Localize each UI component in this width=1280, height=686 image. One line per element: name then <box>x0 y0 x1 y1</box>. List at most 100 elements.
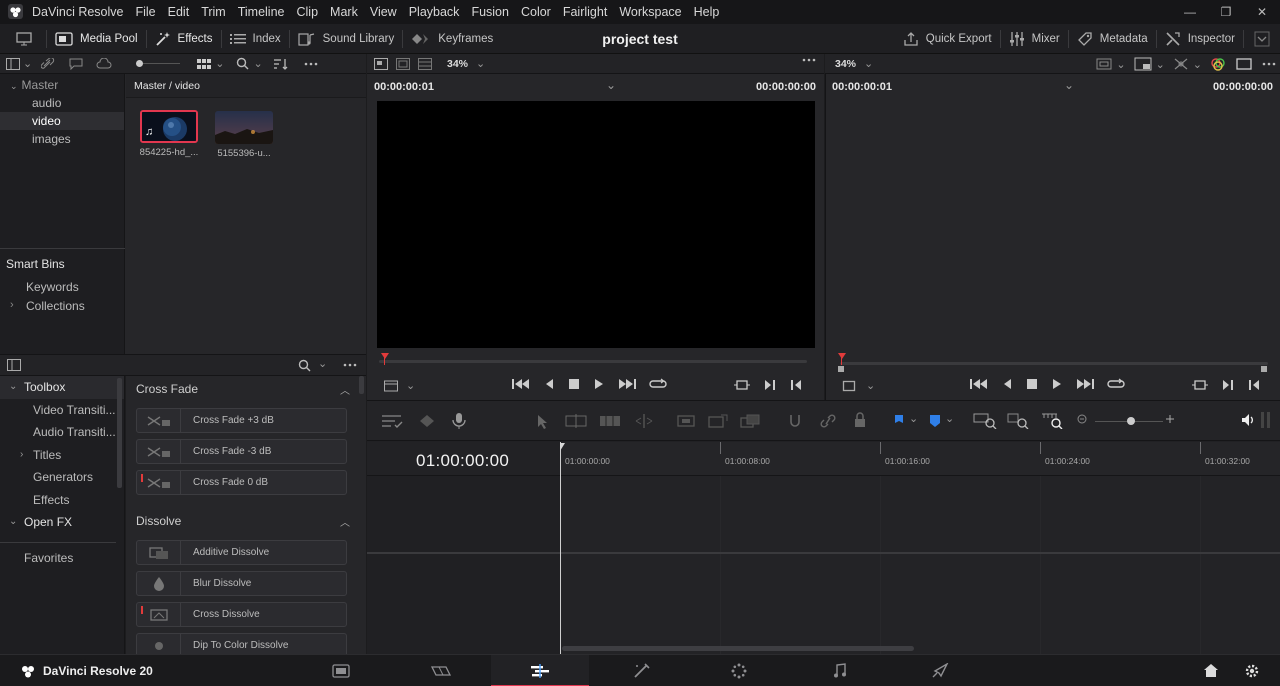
track-destination-icon[interactable] <box>417 413 437 429</box>
blade-tool-icon[interactable] <box>633 413 655 429</box>
transform-icon[interactable] <box>1173 57 1189 71</box>
index-button[interactable]: Index <box>222 24 289 54</box>
marker-icon[interactable] <box>929 414 941 428</box>
more-options-icon[interactable] <box>303 56 319 72</box>
insert-clip-icon[interactable] <box>675 413 697 429</box>
play-reverse-icon[interactable] <box>1001 378 1013 390</box>
menu-clip[interactable]: Clip <box>297 5 319 19</box>
media-pool-button[interactable]: Media Pool <box>47 24 146 54</box>
flag-icon[interactable] <box>893 414 905 428</box>
menu-timeline[interactable]: Timeline <box>238 5 285 19</box>
panel-toggle-icon[interactable] <box>5 56 21 72</box>
panel-toggle-icon[interactable] <box>7 359 21 371</box>
toolbox-generators[interactable]: Generators <box>0 466 124 489</box>
search-icon[interactable] <box>234 56 250 72</box>
chevron-down-icon[interactable]: ⌄ <box>606 78 616 92</box>
color-wheel-icon[interactable] <box>1210 56 1226 72</box>
favorites[interactable]: Favorites <box>0 547 124 570</box>
timeline-zoom-slider-handle[interactable] <box>1127 417 1135 425</box>
chevron-down-icon[interactable]: ⌄ <box>318 357 327 370</box>
trim-tool-icon[interactable] <box>565 413 587 429</box>
bin-audio[interactable]: audio <box>0 94 124 112</box>
dynamic-trim-icon[interactable] <box>599 413 621 429</box>
page-color[interactable] <box>690 655 788 686</box>
viewer-mode-icon[interactable] <box>373 56 389 72</box>
menu-help[interactable]: Help <box>694 5 720 19</box>
toolbox-category-openfx[interactable]: ⌄ Open FX <box>0 511 124 534</box>
inspector-button[interactable]: Inspector <box>1157 24 1243 54</box>
menu-trim[interactable]: Trim <box>201 5 226 19</box>
link-icon[interactable] <box>40 56 56 72</box>
skip-to-end-icon[interactable] <box>618 378 636 390</box>
link-icon[interactable] <box>819 413 837 429</box>
selection-tool-icon[interactable] <box>537 414 549 430</box>
speaker-icon[interactable] <box>1241 413 1257 427</box>
menu-color[interactable]: Color <box>521 5 551 19</box>
play-icon[interactable] <box>593 378 605 390</box>
zoom-out-icon[interactable] <box>1077 414 1087 424</box>
source-video-canvas[interactable] <box>377 101 815 348</box>
chevron-down-icon[interactable]: ⌄ <box>945 412 954 425</box>
skip-to-end-icon[interactable] <box>1076 378 1094 390</box>
more-options-icon[interactable] <box>343 363 357 367</box>
toolbox-effects[interactable]: Effects <box>0 489 124 512</box>
effect-blur-dissolve[interactable]: Blur Dissolve <box>136 571 347 596</box>
page-fairlight[interactable] <box>791 655 889 686</box>
chevron-down-icon[interactable]: ⌄ <box>1064 78 1074 92</box>
toolbox-video-transitions[interactable]: Video Transiti... <box>0 399 124 422</box>
safe-area-icon[interactable] <box>1096 57 1112 71</box>
hd-output-icon[interactable] <box>1134 57 1152 71</box>
menu-fairlight[interactable]: Fairlight <box>563 5 607 19</box>
more-options-icon[interactable] <box>802 58 816 62</box>
timeline-zoom-level[interactable]: 34% <box>835 58 856 70</box>
chevron-down-icon[interactable]: ⌄ <box>1116 58 1125 71</box>
page-fusion[interactable] <box>592 655 690 686</box>
gear-icon[interactable] <box>1244 663 1260 679</box>
out-point-handle[interactable] <box>1261 366 1267 372</box>
chevron-down-icon[interactable]: ⌄ <box>1193 58 1202 71</box>
group-header-cross-fade[interactable]: Cross Fade ︿ <box>126 376 366 402</box>
chevron-down-icon[interactable]: ⌄ <box>909 412 918 425</box>
replace-clip-icon[interactable] <box>739 413 761 429</box>
scrollbar[interactable] <box>359 376 364 394</box>
loop-icon[interactable] <box>1107 378 1125 390</box>
source-view-options[interactable]: ⌄ <box>384 379 415 392</box>
effect-additive-dissolve[interactable]: Additive Dissolve <box>136 540 347 565</box>
chevron-down-icon[interactable]: ⌄ <box>23 57 32 70</box>
match-frame-icon[interactable] <box>1192 379 1208 391</box>
bin-master[interactable]: ⌄ Master <box>0 76 124 94</box>
effect-cross-fade-minus3[interactable]: Cross Fade -3 dB <box>136 439 347 464</box>
timeline-timecode[interactable]: 01:00:00:00 <box>416 451 509 471</box>
smart-bin-collections[interactable]: Collections <box>26 299 85 313</box>
play-reverse-icon[interactable] <box>543 378 555 390</box>
chevron-down-icon[interactable]: ⌄ <box>253 57 262 70</box>
timeline-playhead[interactable] <box>560 442 561 654</box>
zoom-detail-icon[interactable] <box>1007 413 1031 429</box>
keyframes-button[interactable]: Keyframes <box>403 24 501 54</box>
menu-playback[interactable]: Playback <box>409 5 460 19</box>
stop-icon[interactable] <box>568 378 580 390</box>
metadata-button[interactable]: Metadata <box>1069 24 1156 54</box>
quick-export-button[interactable]: Quick Export <box>895 24 1000 54</box>
match-frame-icon[interactable] <box>734 379 750 391</box>
playhead-marker-icon[interactable] <box>838 353 846 359</box>
menu-mark[interactable]: Mark <box>330 5 358 19</box>
scrollbar[interactable] <box>117 378 122 488</box>
search-icon[interactable] <box>298 359 311 372</box>
sound-library-button[interactable]: Sound Library <box>290 24 403 54</box>
in-point-handle[interactable] <box>838 366 844 372</box>
bin-images[interactable]: images <box>0 130 124 148</box>
chevron-down-icon[interactable]: ⌄ <box>1156 58 1165 71</box>
timeline-view-options-icon[interactable] <box>381 413 403 429</box>
smart-bin-keywords[interactable]: Keywords <box>26 280 79 294</box>
microphone-icon[interactable] <box>451 412 467 430</box>
source-zoom-level[interactable]: 34% <box>447 58 468 70</box>
zoom-full-icon[interactable] <box>973 413 997 429</box>
overwrite-clip-icon[interactable] <box>707 413 729 429</box>
effects-button[interactable]: Effects <box>147 24 221 54</box>
timeline-video-canvas[interactable] <box>826 99 1280 349</box>
sort-icon[interactable] <box>273 56 289 72</box>
toolbox-titles[interactable]: › Titles <box>0 444 124 467</box>
mark-out-icon[interactable] <box>1248 379 1260 391</box>
safe-area-icon[interactable] <box>395 56 411 72</box>
